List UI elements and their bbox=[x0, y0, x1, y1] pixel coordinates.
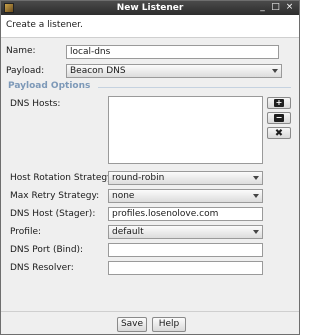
dns-resolver-label: DNS Resolver: bbox=[10, 263, 74, 273]
name-label: Name: bbox=[6, 46, 36, 56]
profile-label: Profile: bbox=[10, 227, 42, 237]
host-rotation-value: round-robin bbox=[112, 173, 165, 183]
close-icon[interactable]: × bbox=[284, 2, 295, 13]
add-host-button[interactable]: + bbox=[267, 97, 291, 109]
minimize-icon[interactable]: _ bbox=[257, 2, 268, 13]
plus-icon: + bbox=[274, 98, 284, 107]
chevron-down-icon bbox=[253, 230, 259, 234]
clear-icon: ✖ bbox=[274, 128, 284, 139]
payload-label: Payload: bbox=[6, 66, 45, 76]
host-rotation-label: Host Rotation Strategy: bbox=[10, 173, 115, 183]
profile-select[interactable]: default bbox=[108, 225, 263, 239]
host-rotation-select[interactable]: round-robin bbox=[108, 171, 263, 185]
dns-hosts-label: DNS Hosts: bbox=[10, 99, 61, 109]
footer-divider bbox=[1, 311, 299, 312]
help-button[interactable]: Help bbox=[152, 317, 186, 332]
dialog-header: Create a listener. bbox=[1, 15, 299, 38]
max-retry-select[interactable]: none bbox=[108, 189, 263, 203]
clear-hosts-button[interactable]: ✖ bbox=[267, 127, 291, 139]
minus-icon: − bbox=[274, 113, 284, 122]
window-title: New Listener bbox=[116, 3, 184, 13]
dns-host-stager-field[interactable]: profiles.losenolove.com bbox=[108, 207, 263, 221]
chevron-down-icon bbox=[253, 176, 259, 180]
title-bar[interactable]: New Listener _ □ × bbox=[1, 1, 299, 15]
dns-port-bind-label: DNS Port (Bind): bbox=[10, 245, 84, 255]
chevron-down-icon bbox=[253, 194, 259, 198]
profile-value: default bbox=[112, 227, 144, 237]
max-retry-label: Max Retry Strategy: bbox=[10, 191, 100, 201]
new-listener-dialog: New Listener _ □ × Create a listener. Na… bbox=[0, 0, 300, 335]
chevron-down-icon bbox=[272, 69, 278, 73]
payload-select[interactable]: Beacon DNS bbox=[66, 64, 282, 78]
dns-resolver-field[interactable] bbox=[108, 261, 263, 275]
name-field[interactable]: local-dns bbox=[66, 45, 279, 59]
save-button[interactable]: Save bbox=[117, 317, 147, 332]
payload-select-value: Beacon DNS bbox=[70, 66, 126, 76]
dns-hosts-list[interactable] bbox=[108, 96, 263, 164]
section-divider bbox=[98, 87, 291, 88]
max-retry-value: none bbox=[112, 191, 135, 201]
dns-host-stager-label: DNS Host (Stager): bbox=[10, 209, 96, 219]
header-description: Create a listener. bbox=[6, 20, 83, 30]
maximize-icon[interactable]: □ bbox=[270, 2, 281, 13]
payload-options-title: Payload Options bbox=[8, 81, 91, 91]
dns-port-bind-field[interactable] bbox=[108, 243, 263, 257]
remove-host-button[interactable]: − bbox=[267, 112, 291, 124]
